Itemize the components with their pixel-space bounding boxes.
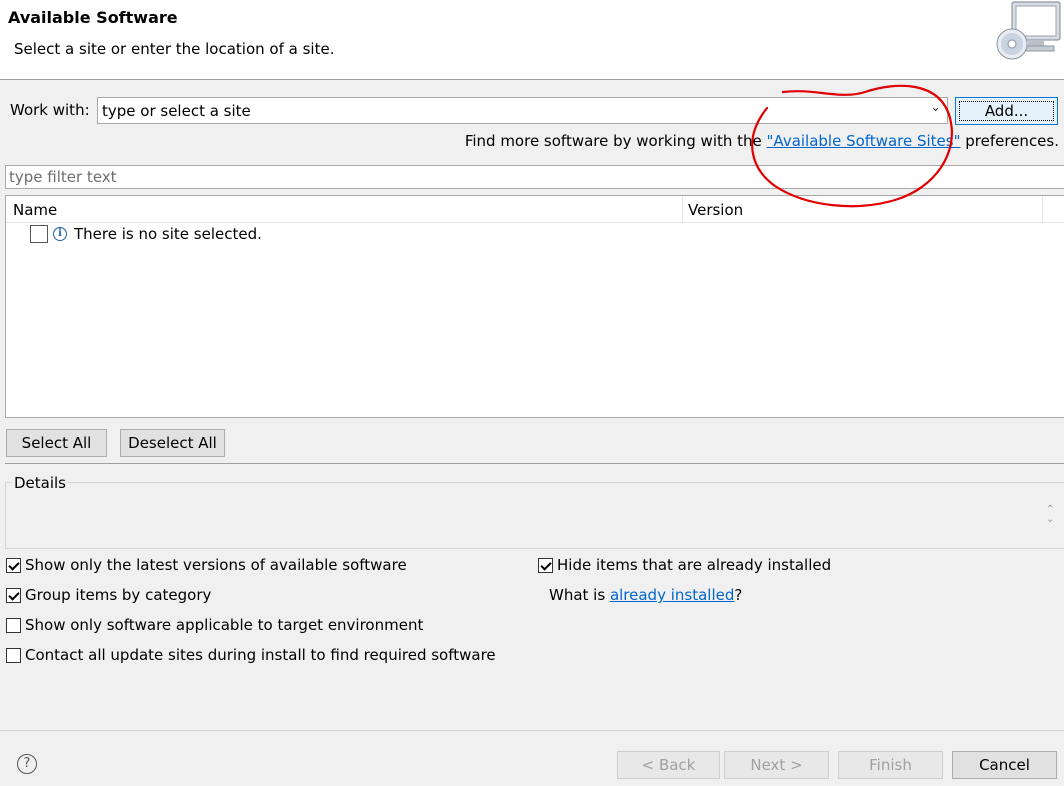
find-more-prefix: Find more software by working with the [464,132,767,150]
column-version[interactable]: Version [688,201,743,219]
work-with-value: type or select a site [102,102,251,120]
hide-installed-checkbox[interactable] [538,558,553,573]
deselect-all-label: Deselect All [128,434,217,452]
footer-divider [0,730,1064,731]
deselect-all-button[interactable]: Deselect All [120,429,225,457]
focus-ring [959,101,1054,121]
group-by-category-checkbox[interactable] [6,588,21,603]
contact-sites-checkbox[interactable] [6,648,21,663]
back-label: < Back [641,756,696,774]
next-label: Next > [750,756,803,774]
work-with-label: Work with: [10,101,90,119]
available-software-sites-link[interactable]: "Available Software Sites" [767,132,961,150]
select-all-label: Select All [21,434,92,452]
page-title: Available Software [8,8,178,27]
divider [5,463,1064,464]
tree-row-checkbox[interactable] [30,225,48,243]
group-by-category-label: Group items by category [25,586,212,604]
column-name[interactable]: Name [13,201,57,219]
software-install-monitor-icon [996,1,1061,60]
what-is-suffix: ? [734,586,743,604]
hide-installed-label: Hide items that are already installed [557,556,832,574]
wizard-header: Available Software Select a site or ente… [0,0,1064,80]
latest-versions-checkbox[interactable] [6,558,21,573]
find-more-suffix: preferences. [960,132,1059,150]
details-group [5,482,1064,549]
filter-placeholder: type filter text [9,168,117,186]
filter-input[interactable]: type filter text [5,165,1064,189]
column-divider[interactable] [682,196,683,222]
info-icon: i [53,227,67,241]
details-label: Details [12,474,69,492]
applicable-target-checkbox[interactable] [6,618,21,633]
already-installed-link[interactable]: already installed [610,586,734,604]
work-with-combo[interactable]: type or select a site ⌄ [97,97,948,124]
help-icon[interactable]: ? [17,754,37,774]
cancel-label: Cancel [979,756,1030,774]
next-button[interactable]: Next > [724,751,829,779]
add-site-button[interactable]: Add... [955,97,1058,125]
page-subtitle: Select a site or enter the location of a… [14,40,335,58]
cancel-button[interactable]: Cancel [952,751,1057,779]
what-is-installed-text: What is already installed? [549,586,742,604]
find-more-text: Find more software by working with the "… [465,132,1059,150]
latest-versions-label: Show only the latest versions of availab… [25,556,407,574]
finish-label: Finish [869,756,912,774]
what-is-prefix: What is [549,586,610,604]
finish-button[interactable]: Finish [838,751,943,779]
select-all-button[interactable]: Select All [6,429,107,457]
chevron-down-icon[interactable]: ⌄ [930,100,941,115]
contact-sites-label: Contact all update sites during install … [25,646,496,664]
scroll-arrows-icon[interactable]: ⌃ ⌄ [1046,505,1054,525]
back-button[interactable]: < Back [617,751,720,779]
column-divider[interactable] [1042,196,1043,222]
applicable-target-label: Show only software applicable to target … [25,616,424,634]
tree-row-message: There is no site selected. [74,225,262,243]
software-tree[interactable]: Name Version i There is no site selected… [5,195,1064,418]
tree-header: Name Version [6,196,1064,223]
